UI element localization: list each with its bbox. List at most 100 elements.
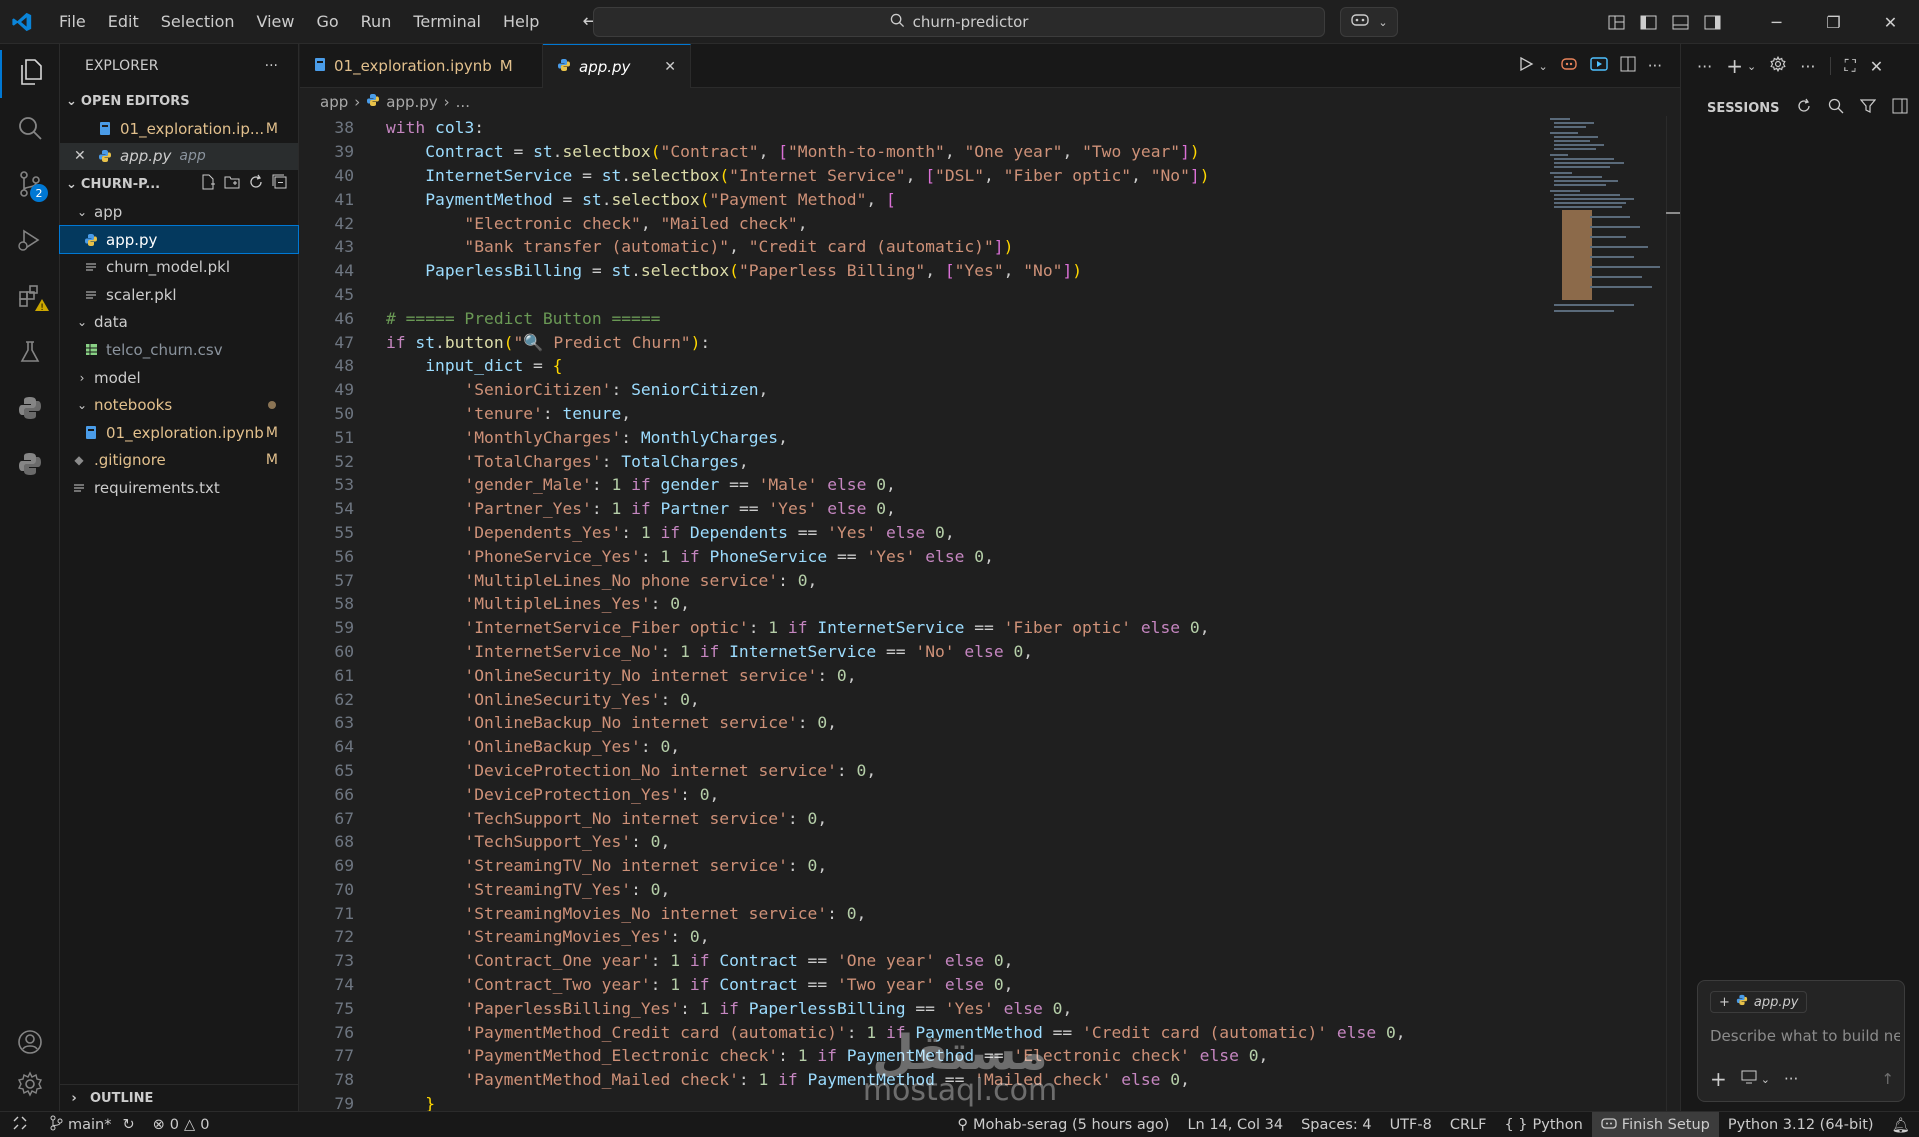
run-icon[interactable]	[1518, 56, 1534, 76]
code-line[interactable]: 70 'StreamingTV_Yes': 0,	[300, 878, 1550, 902]
tree-file-csv[interactable]: telco_churn.csv	[60, 336, 298, 364]
refresh-icon[interactable]	[1796, 98, 1812, 118]
code-line[interactable]: 69 'StreamingTV_No internet service': 0,	[300, 854, 1550, 878]
add-icon[interactable]: +	[1710, 1067, 1727, 1091]
code-line[interactable]: 58 'MultipleLines_Yes': 0,	[300, 592, 1550, 616]
tree-folder-notebooks[interactable]: ⌄ notebooks	[60, 391, 298, 419]
menu-help[interactable]: Help	[492, 12, 550, 31]
code-line[interactable]: 44 PaperlessBilling = st.selectbox("Pape…	[300, 259, 1550, 283]
close-icon[interactable]: ✕	[664, 59, 676, 75]
more-actions-icon[interactable]: ···	[265, 58, 278, 74]
menu-run[interactable]: Run	[350, 12, 403, 31]
tree-file-churn-model[interactable]: churn_model.pkl	[60, 253, 298, 281]
git-blame-status[interactable]: ⚲ Mohab-serag (5 hours ago)	[948, 1112, 1178, 1137]
breadcrumb-symbol[interactable]: ...	[456, 93, 470, 111]
cursor-position[interactable]: Ln 14, Col 34	[1178, 1112, 1292, 1137]
python-activity[interactable]	[0, 386, 60, 434]
breadcrumb-folder[interactable]: app	[320, 93, 348, 111]
command-center-search[interactable]: churn-predictor	[593, 7, 1325, 37]
code-line[interactable]: 62 'OnlineSecurity_Yes': 0,	[300, 687, 1550, 711]
problems-status[interactable]: ⊗ 0 △ 0	[144, 1112, 219, 1137]
code-line[interactable]: 46 # ===== Predict Button =====	[300, 306, 1550, 330]
collapse-all-icon[interactable]	[272, 174, 288, 194]
split-editor-icon[interactable]	[1620, 56, 1636, 76]
close-icon[interactable]: ✕	[1870, 57, 1883, 76]
context-file-chip[interactable]: + app.py	[1710, 991, 1808, 1013]
code-line[interactable]: 45	[300, 283, 1550, 307]
chat-placeholder[interactable]: Describe what to build next	[1710, 1027, 1900, 1045]
code-editor[interactable]: 38 with col3: 39 Contract = st.selectbox("…	[300, 116, 1550, 1111]
code-line[interactable]: 39 Contract = st.selectbox("Contract", […	[300, 140, 1550, 164]
code-line[interactable]: 71 'StreamingMovies_No internet service'…	[300, 901, 1550, 925]
tree-folder-data[interactable]: ⌄ data	[60, 309, 298, 337]
customize-layout-icon[interactable]	[1600, 15, 1632, 30]
tree-folder-app[interactable]: ⌄ app	[60, 198, 298, 226]
code-line[interactable]: 53 'gender_Male': 1 if gender == 'Male' …	[300, 473, 1550, 497]
code-line[interactable]: 77 'PaymentMethod_Electronic check': 1 i…	[300, 1044, 1550, 1068]
code-line[interactable]: 74 'Contract_Two year': 1 if Contract ==…	[300, 973, 1550, 997]
breadcrumb-file[interactable]: app.py	[386, 93, 437, 111]
code-line[interactable]: 40 InternetService = st.selectbox("Inter…	[300, 164, 1550, 188]
run-debug-activity[interactable]	[0, 218, 60, 266]
editor-scrollbar[interactable]	[1666, 116, 1680, 1111]
copilot-menu-button[interactable]: ⌄	[1340, 7, 1398, 37]
tree-file-app-py[interactable]: app.py	[59, 224, 299, 255]
code-line[interactable]: 48 input_dict = {	[300, 354, 1550, 378]
code-line[interactable]: 64 'OnlineBackup_Yes': 0,	[300, 735, 1550, 759]
extensions-activity[interactable]: !	[0, 274, 60, 322]
preview-icon[interactable]	[1589, 56, 1608, 76]
tab-app-py[interactable]: app.py ✕	[543, 44, 691, 88]
new-file-icon[interactable]	[200, 174, 216, 194]
encoding-status[interactable]: UTF-8	[1381, 1112, 1441, 1137]
code-line[interactable]: 75 'PaperlessBilling_Yes': 1 if Paperles…	[300, 996, 1550, 1020]
explorer-activity[interactable]	[0, 50, 60, 98]
restore-icon[interactable]: ❐	[1805, 0, 1862, 44]
code-line[interactable]: 41 PaymentMethod = st.selectbox("Payment…	[300, 187, 1550, 211]
project-section[interactable]: ⌄ CHURN-P...	[60, 170, 298, 198]
code-line[interactable]: 51 'MonthlyCharges': MonthlyCharges,	[300, 425, 1550, 449]
code-line[interactable]: 68 'TechSupport_Yes': 0,	[300, 830, 1550, 854]
tree-file-requirements[interactable]: requirements.txt	[60, 474, 298, 502]
code-line[interactable]: 66 'DeviceProtection_Yes': 0,	[300, 782, 1550, 806]
code-line[interactable]: 38 with col3:	[300, 116, 1550, 140]
code-line[interactable]: 43 "Bank transfer (automatic)", "Credit …	[300, 235, 1550, 259]
remote-indicator[interactable]	[0, 1112, 40, 1137]
code-line[interactable]: 47 if st.button("🔍 Predict Churn"):	[300, 330, 1550, 354]
interpreter-status[interactable]: Python 3.12 (64-bit)	[1719, 1112, 1883, 1137]
open-editor-notebook[interactable]: 01_exploration.ip... M	[60, 115, 298, 143]
tab-notebook[interactable]: 01_exploration.ipynb M	[300, 44, 543, 88]
new-chat-icon[interactable]: +	[1726, 54, 1743, 78]
tree-folder-model[interactable]: › model	[60, 364, 298, 392]
code-line[interactable]: 73 'Contract_One year': 1 if Contract ==…	[300, 949, 1550, 973]
code-line[interactable]: 42 "Electronic check", "Mailed check",	[300, 211, 1550, 235]
more-actions-icon[interactable]: ···	[1784, 1070, 1798, 1088]
code-line[interactable]: 56 'PhoneService_Yes': 1 if PhoneService…	[300, 544, 1550, 568]
copilot-chat-icon[interactable]	[1560, 56, 1578, 76]
tree-file-gitignore[interactable]: ◆ .gitignore M	[60, 447, 298, 475]
code-line[interactable]: 60 'InternetService_No': 1 if InternetSe…	[300, 640, 1550, 664]
chevron-down-icon[interactable]: ⌄	[1538, 60, 1547, 73]
outline-section[interactable]: › OUTLINE	[60, 1084, 299, 1111]
indentation-status[interactable]: Spaces: 4	[1292, 1112, 1380, 1137]
chat-input-box[interactable]: + app.py Describe what to build next + ⌄…	[1697, 980, 1905, 1102]
more-actions-icon[interactable]: ···	[1648, 57, 1662, 75]
code-line[interactable]: 54 'Partner_Yes': 1 if Partner == 'Yes' …	[300, 497, 1550, 521]
device-icon[interactable]	[1741, 1070, 1757, 1088]
new-folder-icon[interactable]	[224, 174, 240, 194]
code-line[interactable]: 63 'OnlineBackup_No internet service': 0…	[300, 711, 1550, 735]
more-actions-icon[interactable]: ···	[1800, 57, 1815, 76]
open-editor-app-py[interactable]: ✕ app.py app	[60, 142, 298, 171]
menu-view[interactable]: View	[246, 12, 306, 31]
code-line[interactable]: 79 }	[300, 1092, 1550, 1111]
menu-selection[interactable]: Selection	[150, 12, 246, 31]
minimize-icon[interactable]: ─	[1748, 0, 1805, 44]
open-editors-section[interactable]: ⌄ OPEN EDITORS	[60, 88, 298, 115]
refresh-icon[interactable]	[248, 174, 264, 194]
gear-icon[interactable]	[1770, 55, 1786, 76]
code-line[interactable]: 65 'DeviceProtection_No internet service…	[300, 759, 1550, 783]
code-line[interactable]: 50 'tenure': tenure,	[300, 402, 1550, 426]
eol-status[interactable]: CRLF	[1441, 1112, 1496, 1137]
menu-go[interactable]: Go	[305, 12, 349, 31]
send-arrow-icon[interactable]: ↑	[1881, 1070, 1894, 1088]
code-line[interactable]: 59 'InternetService_Fiber optic': 1 if I…	[300, 616, 1550, 640]
